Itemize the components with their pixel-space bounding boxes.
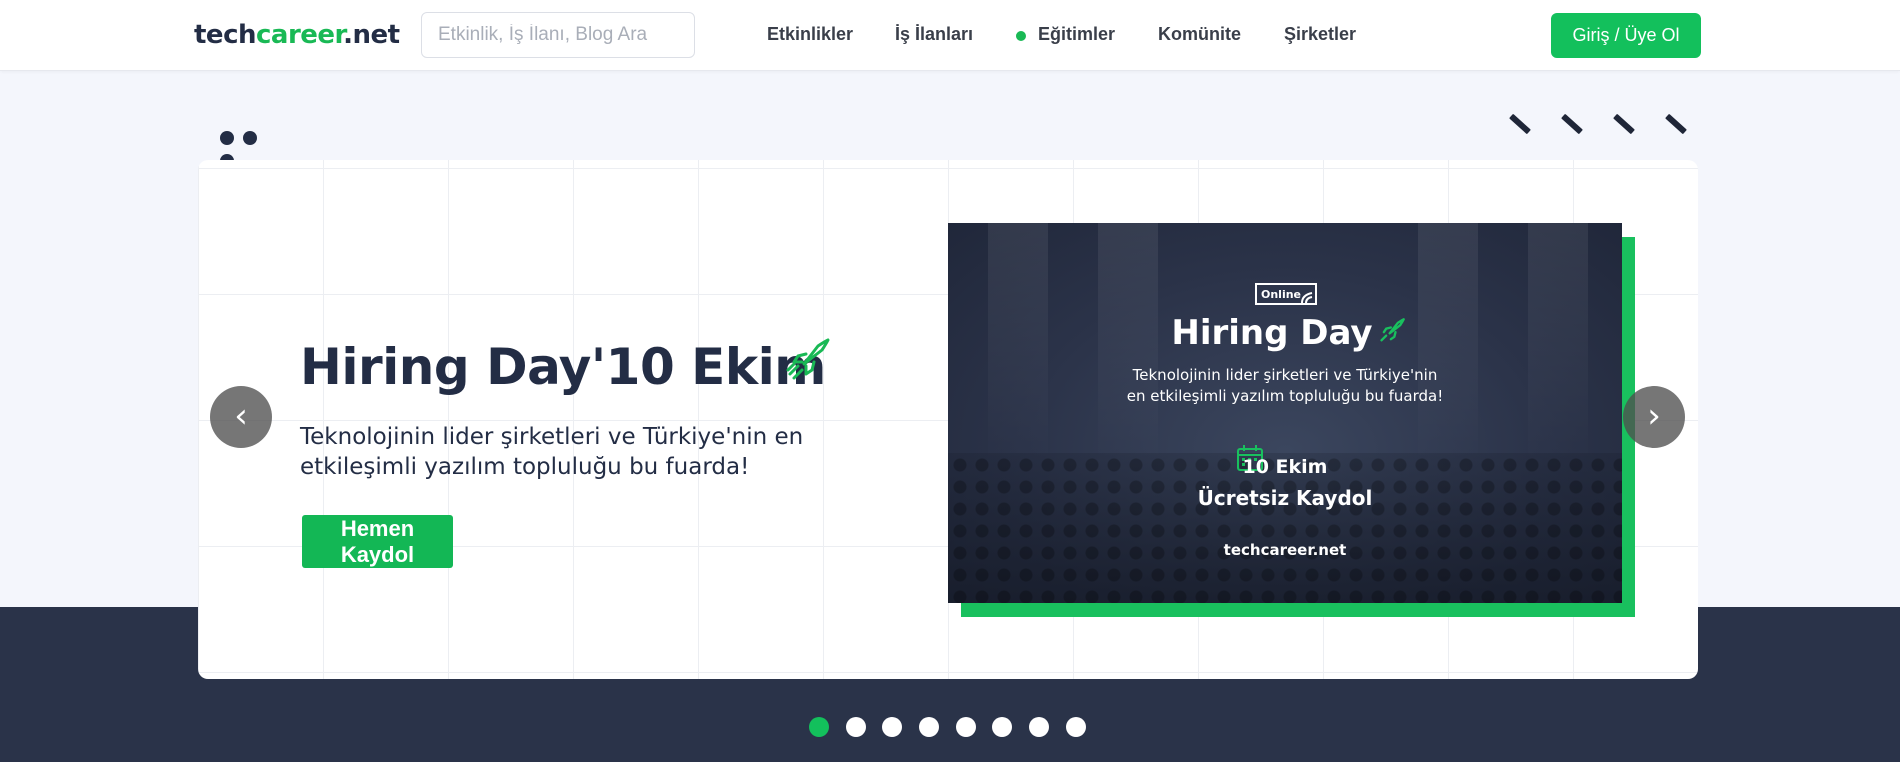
- banner-date: 10 Ekim: [1242, 456, 1328, 478]
- nav-item-sirketler[interactable]: Şirketler: [1284, 24, 1356, 45]
- decorative-slash: [1613, 113, 1635, 135]
- banner-title: Hiring Day: [1171, 313, 1373, 353]
- nav-item-is-ilanlari[interactable]: İş İlanları: [895, 24, 973, 45]
- logo-text-net: .net: [343, 20, 400, 50]
- nav-item-egitimler[interactable]: Eğitimler: [1038, 24, 1115, 45]
- site-logo[interactable]: techcareer.net: [194, 20, 400, 50]
- rocket-icon: [786, 338, 830, 380]
- slide-description: Teknolojinin lider şirketleri ve Türkiye…: [300, 424, 804, 480]
- decorative-slash: [1561, 113, 1583, 135]
- decorative-slash: [1665, 113, 1687, 135]
- carousel-dot[interactable]: [1066, 717, 1086, 737]
- slide-title: Hiring Day'10 Ekim: [300, 338, 826, 396]
- event-banner-image[interactable]: Online Hiring Day Teknolojinin lider şir…: [948, 223, 1622, 603]
- decorative-dot: [243, 131, 257, 145]
- carousel-dot[interactable]: [846, 717, 866, 737]
- top-navbar: techcareer.net Etkinlikler İş İlanları E…: [0, 0, 1900, 71]
- nav-active-dot-icon: [1016, 31, 1026, 41]
- carousel-dot[interactable]: [809, 717, 829, 737]
- hero-slide-card: Hiring Day'10 Ekim Teknolojinin lider şi…: [198, 160, 1698, 679]
- carousel-dot[interactable]: [1029, 717, 1049, 737]
- register-now-button[interactable]: Hemen Kaydol: [302, 515, 453, 568]
- logo-text-tech: tech: [194, 20, 256, 50]
- carousel-prev-button[interactable]: ‹: [210, 386, 272, 448]
- carousel-dot[interactable]: [992, 717, 1012, 737]
- logo-text-career: career: [255, 20, 344, 50]
- carousel-dot[interactable]: [919, 717, 939, 737]
- carousel-dot[interactable]: [956, 717, 976, 737]
- chevron-left-icon: ‹: [234, 395, 248, 436]
- chevron-right-icon: ›: [1647, 395, 1661, 436]
- nav-item-etkinlikler[interactable]: Etkinlikler: [767, 24, 853, 45]
- banner-description-line: en etkileşimli yazılım topluluğu bu fuar…: [1126, 387, 1444, 405]
- search-input[interactable]: [421, 12, 695, 58]
- rocket-icon: [1380, 318, 1405, 342]
- banner-site-name: techcareer.net: [1223, 541, 1347, 559]
- banner-description: Teknolojinin lider şirketleri ve Türkiye…: [948, 365, 1622, 407]
- decorative-slash: [1509, 113, 1531, 135]
- login-register-button[interactable]: Giriş / Üye Ol: [1551, 13, 1701, 58]
- banner-register-text: Ücretsiz Kaydol: [1197, 486, 1373, 510]
- carousel-dot[interactable]: [882, 717, 902, 737]
- banner-description-line: Teknolojinin lider şirketleri ve Türkiye…: [1132, 366, 1438, 384]
- wifi-icon: [1301, 292, 1313, 304]
- decorative-dot: [220, 131, 234, 145]
- nav-item-komunite[interactable]: Komünite: [1158, 24, 1241, 45]
- carousel-next-button[interactable]: ›: [1623, 386, 1685, 448]
